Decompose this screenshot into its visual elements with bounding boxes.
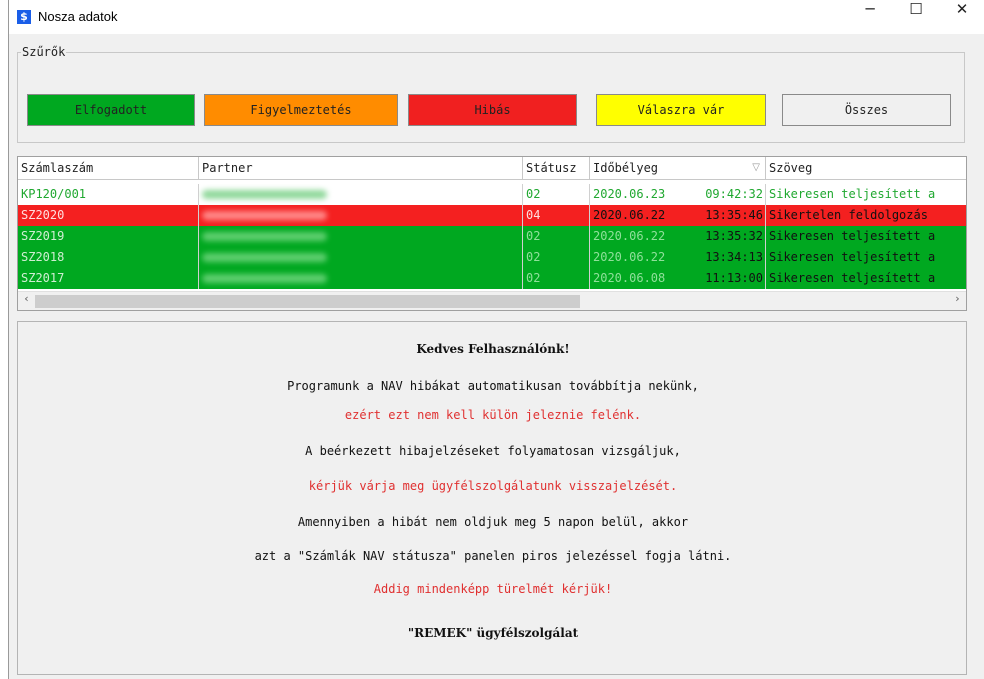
filter-error-button[interactable]: Hibás: [408, 94, 577, 126]
partner-cell-redacted: [199, 247, 523, 268]
invoice-number-cell: SZ2019: [18, 226, 199, 247]
greeting-text: Kedves Felhasználónk!: [416, 342, 570, 356]
table-row[interactable]: SZ2018 02 2020.06.22 13:34:13 Sikeresen t…: [18, 247, 966, 268]
app-dollar-icon: $: [17, 10, 31, 24]
status-cell: 02: [523, 247, 590, 268]
table-row[interactable]: SZ2019 02 2020.06.22 13:35:32 Sikeresen t…: [18, 226, 966, 247]
message-line: Programunk a NAV hibákat automatikusan t…: [287, 379, 699, 393]
timestamp-cell: 2020.06.23 09:42:32: [590, 184, 766, 205]
column-header-partner[interactable]: Partner: [199, 157, 523, 179]
message-text-cell: Sikeresen teljesített a: [769, 271, 936, 285]
time-value: 11:13:00: [705, 271, 763, 285]
status-cell: 04: [523, 205, 590, 226]
message-text-cell: Sikeresen teljesített a: [769, 229, 936, 243]
message-line: A beérkezett hibajelzéseket folyamatosan…: [305, 444, 681, 458]
window-title: Nosza adatok: [38, 9, 118, 24]
date-value: 2020.06.23: [593, 187, 666, 201]
message-line: Amennyiben a hibát nem oldjuk meg 5 napo…: [297, 515, 689, 529]
message-text-cell: Sikeresen teljesített a: [769, 187, 936, 201]
column-header-timestamp[interactable]: Időbélyeg ▽: [590, 157, 766, 179]
timestamp-cell: 2020.06.22 13:34:13: [590, 247, 766, 268]
scrollbar-thumb[interactable]: [35, 295, 580, 308]
message-text-cell: Sikeresen teljesített a: [769, 250, 936, 264]
column-header-timestamp-label: Időbélyeg: [593, 161, 659, 175]
filter-warning-button[interactable]: Figyelmeztetés: [204, 94, 398, 126]
column-header-invoice[interactable]: Számlaszám: [18, 157, 199, 179]
message-line-highlight: ezért ezt nem kell külön jeleznie felénk…: [344, 408, 642, 422]
grid-header: Számlaszám Partner Státusz Időbélyeg ▽ S…: [18, 157, 966, 180]
column-header-status[interactable]: Státusz: [523, 157, 590, 179]
maximize-button[interactable]: ☐: [893, 0, 939, 34]
invoice-number-cell: SZ2017: [18, 268, 199, 289]
filter-pending-button[interactable]: Válaszra vár: [596, 94, 766, 126]
message-line-highlight: kérjük várja meg ügyfélszolgálatunk viss…: [308, 479, 678, 493]
scroll-right-icon[interactable]: ›: [949, 292, 966, 310]
table-row[interactable]: SZ2020 04 2020.06.22 13:35:46 Sikertelen …: [18, 205, 966, 226]
invoice-number-cell: KP120/001: [18, 184, 199, 205]
table-row[interactable]: SZ2017 02 2020.06.08 11:13:00 Sikeresen t…: [18, 268, 966, 289]
status-cell: 02: [523, 268, 590, 289]
main-window: $ Nosza adatok ─ ☐ ✕ Szűrők Elfogadott F…: [8, 0, 984, 679]
date-value: 2020.06.22: [593, 229, 666, 243]
column-header-text[interactable]: Szöveg: [766, 157, 966, 179]
sort-desc-icon: ▽: [752, 162, 760, 173]
close-button[interactable]: ✕: [939, 0, 984, 34]
partner-cell-redacted: [199, 184, 523, 205]
date-value: 2020.06.08: [593, 271, 666, 285]
partner-cell-redacted: [199, 268, 523, 289]
horizontal-scrollbar[interactable]: ‹ ›: [18, 291, 966, 310]
message-line: azt a "Számlák NAV státusza" panelen pir…: [254, 549, 732, 563]
message-line-highlight: Addig mindenképp türelmét kérjük!: [373, 582, 613, 596]
partner-cell-redacted: [199, 226, 523, 247]
timestamp-cell: 2020.06.22 13:35:46: [590, 205, 766, 226]
filter-accepted-button[interactable]: Elfogadott: [27, 94, 195, 126]
title-bar: $ Nosza adatok ─ ☐ ✕: [9, 0, 984, 34]
date-value: 2020.06.22: [593, 250, 666, 264]
time-value: 13:34:13: [705, 250, 763, 264]
status-cell: 02: [523, 226, 590, 247]
invoice-number-cell: SZ2020: [18, 205, 199, 226]
scroll-left-icon[interactable]: ‹: [18, 292, 35, 310]
time-value: 09:42:32: [705, 187, 763, 201]
message-text-cell: Sikertelen feldolgozás: [769, 208, 928, 222]
info-message-panel: Kedves Felhasználónk! Programunk a NAV h…: [17, 321, 967, 675]
timestamp-cell: 2020.06.22 13:35:32: [590, 226, 766, 247]
filter-all-button[interactable]: Összes: [782, 94, 951, 126]
table-row[interactable]: KP120/001 02 2020.06.23 09:42:32 Sikerese…: [18, 184, 966, 205]
invoice-number-cell: SZ2018: [18, 247, 199, 268]
date-value: 2020.06.22: [593, 208, 666, 222]
timestamp-cell: 2020.06.08 11:13:00: [590, 268, 766, 289]
time-value: 13:35:46: [705, 208, 763, 222]
partner-cell-redacted: [199, 205, 523, 226]
time-value: 13:35:32: [705, 229, 763, 243]
minimize-button[interactable]: ─: [847, 0, 893, 34]
filter-group-label: Szűrők: [21, 45, 67, 59]
status-cell: 02: [523, 184, 590, 205]
signature-text: "REMEK" ügyfélszolgálat: [407, 626, 579, 640]
invoice-grid: Számlaszám Partner Státusz Időbélyeg ▽ S…: [17, 156, 967, 311]
